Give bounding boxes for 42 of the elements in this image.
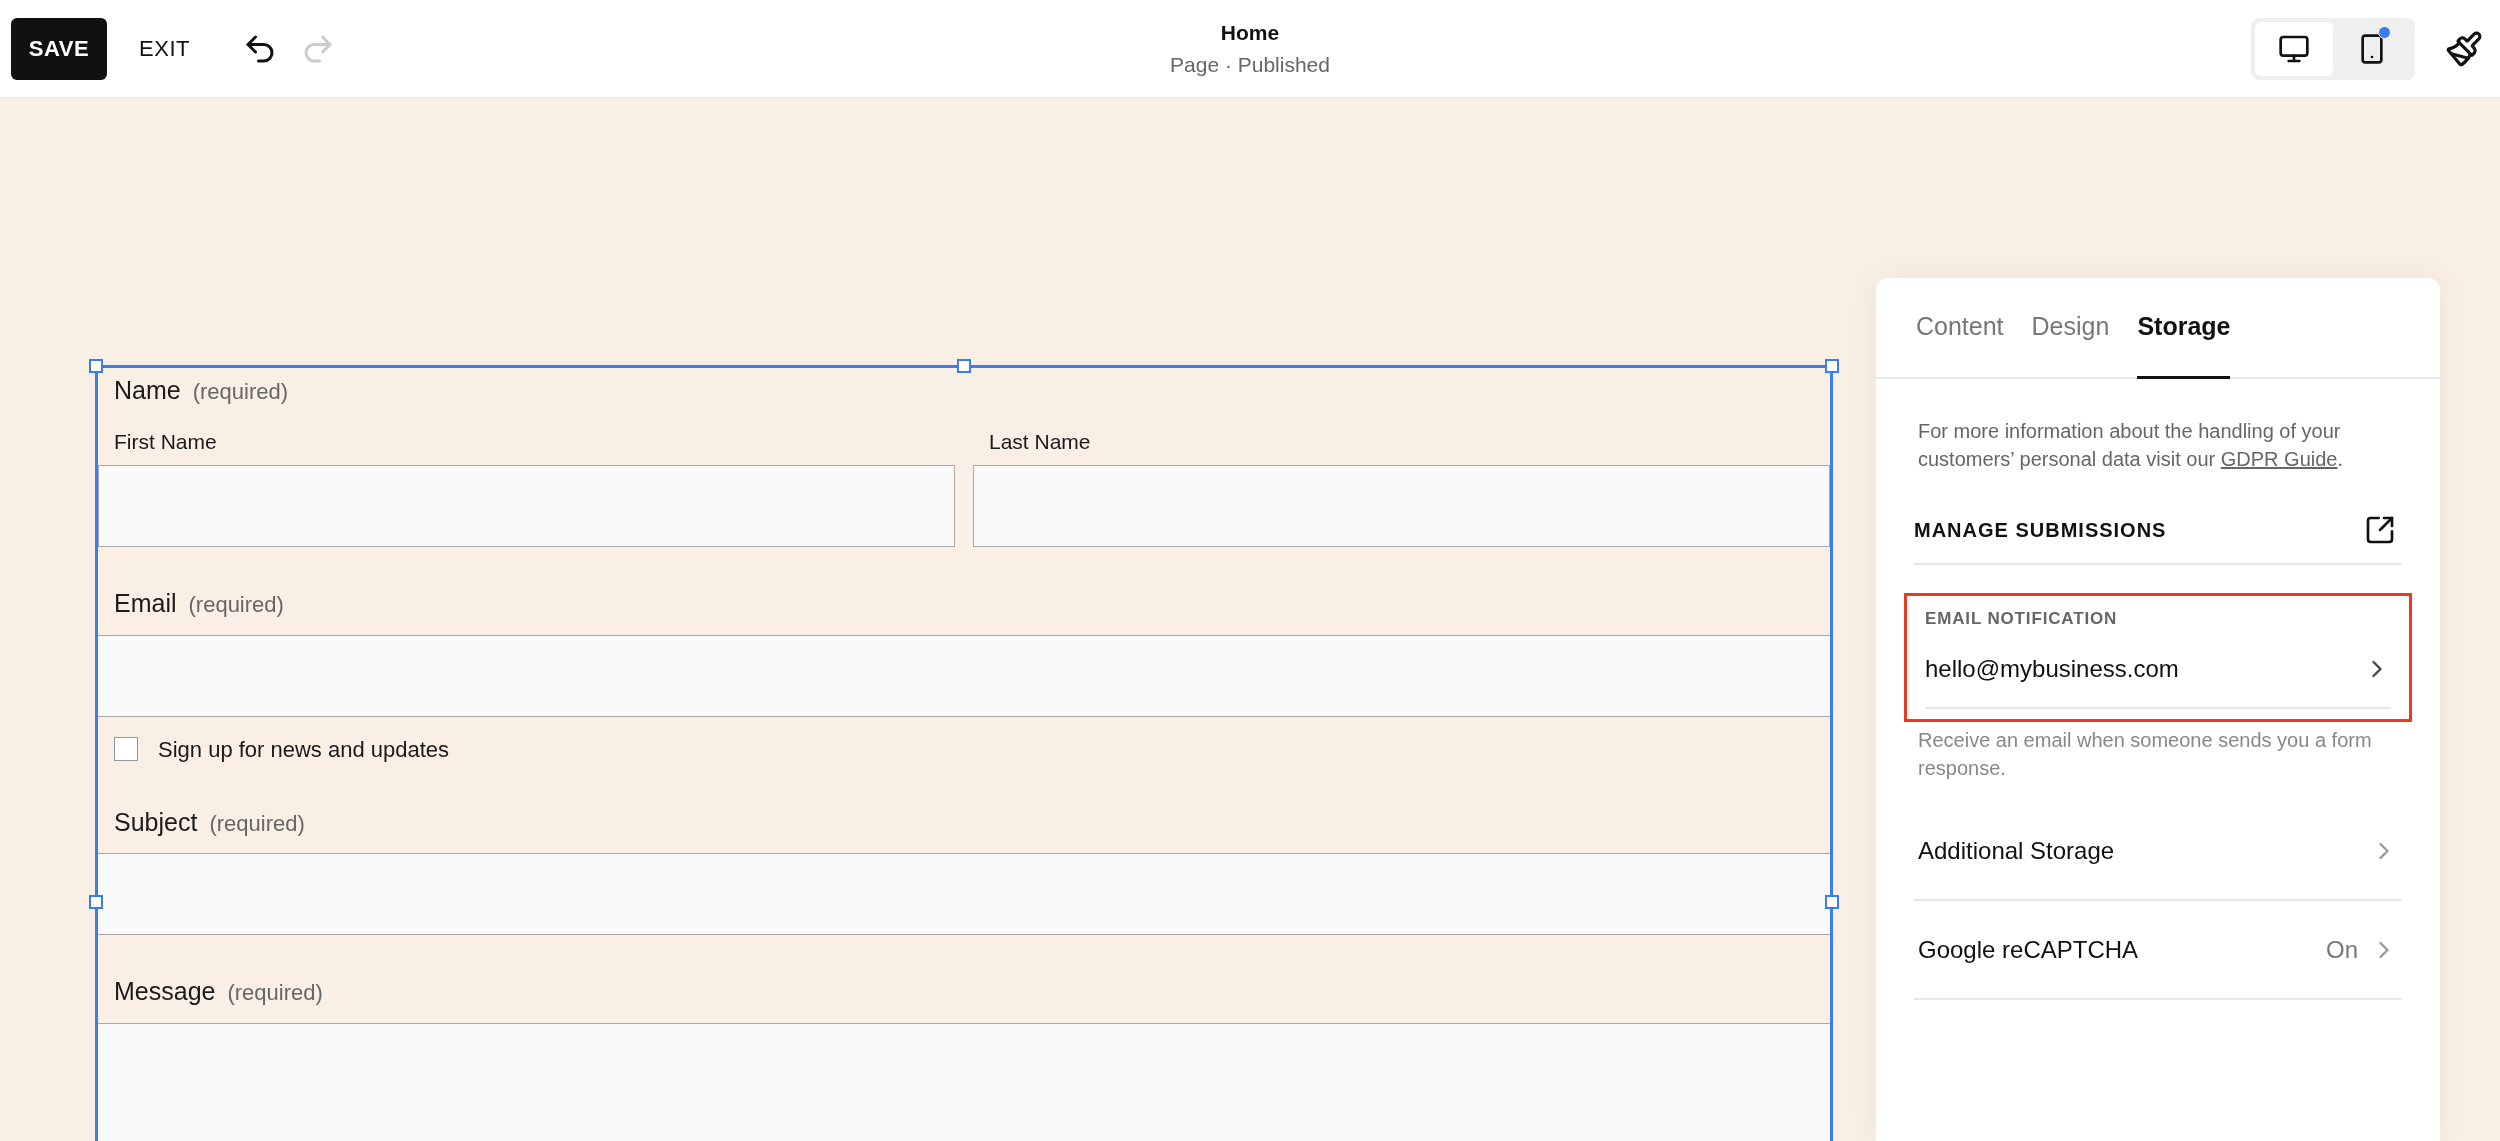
- subfield-label: First Name: [113, 428, 218, 455]
- resize-handle[interactable]: [89, 359, 103, 373]
- subfield-label: Last Name: [988, 428, 1092, 455]
- section-heading: EMAIL NOTIFICATION: [1925, 607, 2119, 630]
- input-field[interactable]: [98, 853, 1830, 935]
- resize-handle[interactable]: [1825, 895, 1839, 909]
- panel-tab[interactable]: Content: [1916, 308, 2004, 379]
- message-field[interactable]: [98, 1022, 1830, 1141]
- email-help-text: Receive an email when someone sends you a form response.: [1917, 728, 2373, 781]
- gdpr-info-text: For more information about the handling of your customers’ personal data visit our GDPR Guide.: [1917, 418, 2344, 472]
- desktop-view-tab[interactable]: [2255, 21, 2333, 76]
- manage-submissions-label[interactable]: MANAGE SUBMISSIONS: [1914, 514, 2167, 545]
- settings-row[interactable]: Google reCAPTCHA On: [1914, 901, 2402, 1000]
- form-selection-frame[interactable]: Name (required) First Name Last Name Email (required) Sign up for news and updates Subject (required) Message (required): [95, 365, 1833, 1141]
- page-status: Page · Published: [1170, 51, 1330, 78]
- page-title: Home: [1220, 20, 1280, 46]
- checkbox[interactable]: [114, 737, 138, 761]
- field-label: Name: [114, 375, 181, 406]
- required-note: (required): [192, 378, 289, 406]
- panel-tab[interactable]: Design: [2031, 308, 2110, 379]
- exit-button[interactable]: EXIT: [127, 17, 203, 80]
- field-label: Subject: [114, 806, 198, 838]
- required-note: (required): [209, 809, 305, 838]
- input-field[interactable]: [98, 465, 955, 547]
- row-value: On: [2326, 934, 2358, 965]
- resize-handle[interactable]: [89, 895, 103, 909]
- gdpr-guide-link[interactable]: GDPR Guide: [2220, 447, 2338, 470]
- input-field[interactable]: [973, 465, 1830, 547]
- field-label: Email: [114, 588, 177, 619]
- email-address: hello@mybusiness.com: [1925, 654, 2179, 684]
- required-note: (required): [227, 979, 323, 1007]
- input-field[interactable]: [98, 634, 1830, 717]
- resize-handle[interactable]: [957, 359, 971, 373]
- email-notification-section[interactable]: EMAIL NOTIFICATION hello@mybusiness.com: [1904, 592, 2412, 722]
- field-label: Message: [114, 976, 216, 1007]
- checkbox-label: Sign up for news and updates: [158, 735, 450, 764]
- save-button[interactable]: SAVE: [11, 17, 107, 80]
- paintbrush-icon[interactable]: [2445, 29, 2483, 68]
- panel-tab[interactable]: Storage: [2137, 308, 2231, 379]
- settings-row[interactable]: Additional Storage: [1914, 802, 2402, 901]
- required-note: (required): [188, 591, 284, 619]
- resize-handle[interactable]: [1825, 359, 1839, 373]
